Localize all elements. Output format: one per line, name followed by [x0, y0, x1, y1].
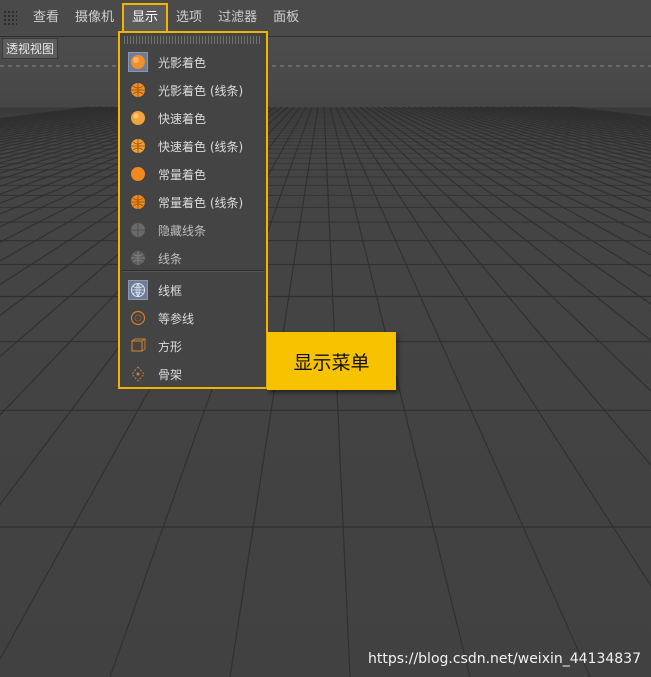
- menu-item-quick-shaded-lines[interactable]: 快速着色 (线条): [120, 133, 266, 159]
- menu-item-label: 光影着色 (线条): [158, 83, 244, 98]
- menu-item-skeleton[interactable]: 骨架: [120, 361, 266, 387]
- shaded-lines-sphere-icon: [128, 80, 148, 100]
- menu-options[interactable]: 选项: [168, 3, 210, 33]
- constant-shaded-sphere-icon: [128, 164, 148, 184]
- grip-handle-icon[interactable]: [3, 10, 17, 26]
- menu-item-shaded-lines[interactable]: 光影着色 (线条): [120, 77, 266, 103]
- menu-item-label: 方形: [158, 339, 183, 354]
- menu-item-label: 快速着色: [158, 111, 207, 126]
- menu-item-label: 常量着色: [158, 167, 207, 182]
- menu-item-label: 快速着色 (线条): [158, 139, 244, 154]
- menu-item-constant-shaded[interactable]: 常量着色: [120, 161, 266, 187]
- menu-separator: [122, 270, 264, 272]
- constant-shaded-lines-sphere-icon: [128, 192, 148, 212]
- menu-item-label: 光影着色: [158, 55, 207, 70]
- menu-item-isoparm[interactable]: 等参线: [120, 305, 266, 331]
- hidden-line-sphere-icon: [128, 220, 148, 240]
- menu-item-label: 骨架: [158, 367, 183, 382]
- viewport-menubar: 查看 摄像机 显示 选项 过滤器 面板: [0, 0, 651, 37]
- menu-camera[interactable]: 摄像机: [67, 3, 122, 33]
- menu-panel[interactable]: 面板: [265, 3, 307, 33]
- wireframe-sphere-icon: [128, 280, 148, 300]
- menu-display[interactable]: 显示: [122, 3, 169, 33]
- display-menu-callout: 显示菜单: [267, 332, 396, 390]
- isoparm-icon: [128, 308, 148, 328]
- skeleton-icon: [128, 364, 148, 384]
- menu-item-shaded[interactable]: 光影着色: [120, 49, 266, 75]
- menu-item-constant-shaded-lines[interactable]: 常量着色 (线条): [120, 189, 266, 215]
- menu-item-quick-shaded[interactable]: 快速着色: [120, 105, 266, 131]
- box-icon: [128, 336, 148, 356]
- view-label-perspective: 透视视图: [2, 38, 59, 59]
- menu-item-label: 隐藏线条: [158, 223, 207, 238]
- menu-item-label: 线条: [158, 251, 183, 266]
- lines-sphere-icon: [128, 248, 148, 268]
- menu-item-wireframe[interactable]: 线框: [120, 277, 266, 303]
- quick-shaded-sphere-icon: [128, 108, 148, 128]
- menu-item-box[interactable]: 方形: [120, 333, 266, 359]
- tearoff-strip[interactable]: [124, 36, 262, 44]
- menu-item-lines[interactable]: 线条: [120, 245, 266, 271]
- menu-item-label: 等参线: [158, 311, 195, 326]
- menu-view[interactable]: 查看: [25, 3, 67, 33]
- display-dropdown-menu: 光影着色 光影着色 (线条) 快速着色 快速着色 (线条) 常量着色 常量着色 …: [118, 31, 268, 389]
- menu-item-label: 线框: [158, 283, 183, 298]
- quick-shaded-lines-sphere-icon: [128, 136, 148, 156]
- shaded-sphere-icon: [128, 52, 148, 72]
- menu-item-label: 常量着色 (线条): [158, 195, 244, 210]
- menu-item-hidden-line[interactable]: 隐藏线条: [120, 217, 266, 243]
- watermark-url: https://blog.csdn.net/weixin_44134837: [367, 651, 641, 667]
- menu-filter[interactable]: 过滤器: [210, 3, 265, 33]
